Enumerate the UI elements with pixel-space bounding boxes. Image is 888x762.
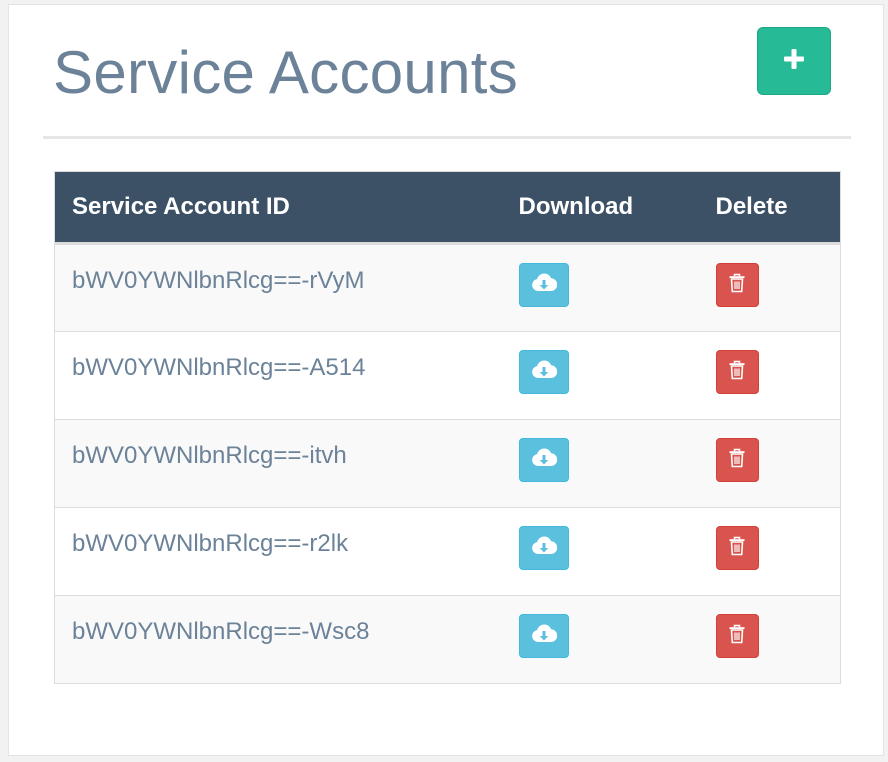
service-accounts-panel: Service Accounts Service Account ID Down… — [8, 4, 884, 756]
cloud-download-icon — [531, 360, 557, 385]
column-header-delete: Delete — [698, 171, 841, 245]
plus-icon — [783, 48, 805, 75]
cloud-download-icon — [531, 273, 557, 298]
service-account-id: bWV0YWNlbnRlcg==-A514 — [72, 354, 366, 381]
cloud-download-icon — [531, 536, 557, 561]
table-header-row: Service Account ID Download Delete — [54, 171, 841, 245]
delete-button[interactable] — [715, 263, 759, 307]
column-header-id: Service Account ID — [54, 171, 502, 245]
service-account-id: bWV0YWNlbnRlcg==-Wsc8 — [72, 618, 370, 645]
download-cell — [501, 243, 699, 332]
cloud-download-icon — [531, 448, 557, 473]
download-cell — [501, 331, 699, 420]
service-account-id: bWV0YWNlbnRlcg==-itvh — [72, 442, 347, 469]
cloud-download-icon — [531, 624, 557, 649]
account-id-cell: bWV0YWNlbnRlcg==-r2lk — [54, 507, 502, 596]
account-id-cell: bWV0YWNlbnRlcg==-A514 — [54, 331, 502, 420]
delete-cell — [698, 507, 841, 596]
table-row: bWV0YWNlbnRlcg==-itvh — [54, 419, 841, 508]
trash-icon — [728, 360, 746, 385]
add-service-account-button[interactable] — [757, 27, 831, 95]
service-account-id: bWV0YWNlbnRlcg==-rVyM — [72, 267, 365, 294]
delete-button[interactable] — [715, 614, 759, 658]
table-row: bWV0YWNlbnRlcg==-r2lk — [54, 507, 841, 596]
download-button[interactable] — [518, 614, 569, 658]
table-row: bWV0YWNlbnRlcg==-A514 — [54, 331, 841, 420]
header-divider — [43, 136, 851, 139]
trash-icon — [728, 624, 746, 649]
account-id-cell: bWV0YWNlbnRlcg==-rVyM — [54, 243, 502, 332]
account-id-cell: bWV0YWNlbnRlcg==-Wsc8 — [54, 595, 502, 684]
delete-cell — [698, 243, 841, 332]
service-account-id: bWV0YWNlbnRlcg==-r2lk — [72, 530, 349, 557]
column-header-download: Download — [501, 171, 699, 245]
delete-cell — [698, 419, 841, 508]
account-id-cell: bWV0YWNlbnRlcg==-itvh — [54, 419, 502, 508]
table-row: bWV0YWNlbnRlcg==-rVyM — [54, 243, 841, 332]
service-accounts-table: Service Account ID Download Delete bWV0Y… — [54, 171, 841, 684]
download-cell — [501, 595, 699, 684]
download-button[interactable] — [518, 350, 569, 394]
page-title: Service Accounts — [53, 39, 519, 106]
delete-button[interactable] — [715, 526, 759, 570]
download-cell — [501, 507, 699, 596]
table-row: bWV0YWNlbnRlcg==-Wsc8 — [54, 595, 841, 684]
download-button[interactable] — [518, 438, 569, 482]
trash-icon — [728, 536, 746, 561]
download-cell — [501, 419, 699, 508]
delete-cell — [698, 331, 841, 420]
download-button[interactable] — [518, 526, 569, 570]
delete-button[interactable] — [715, 350, 759, 394]
trash-icon — [728, 448, 746, 473]
trash-icon — [728, 273, 746, 298]
delete-cell — [698, 595, 841, 684]
delete-button[interactable] — [715, 438, 759, 482]
download-button[interactable] — [518, 263, 569, 307]
